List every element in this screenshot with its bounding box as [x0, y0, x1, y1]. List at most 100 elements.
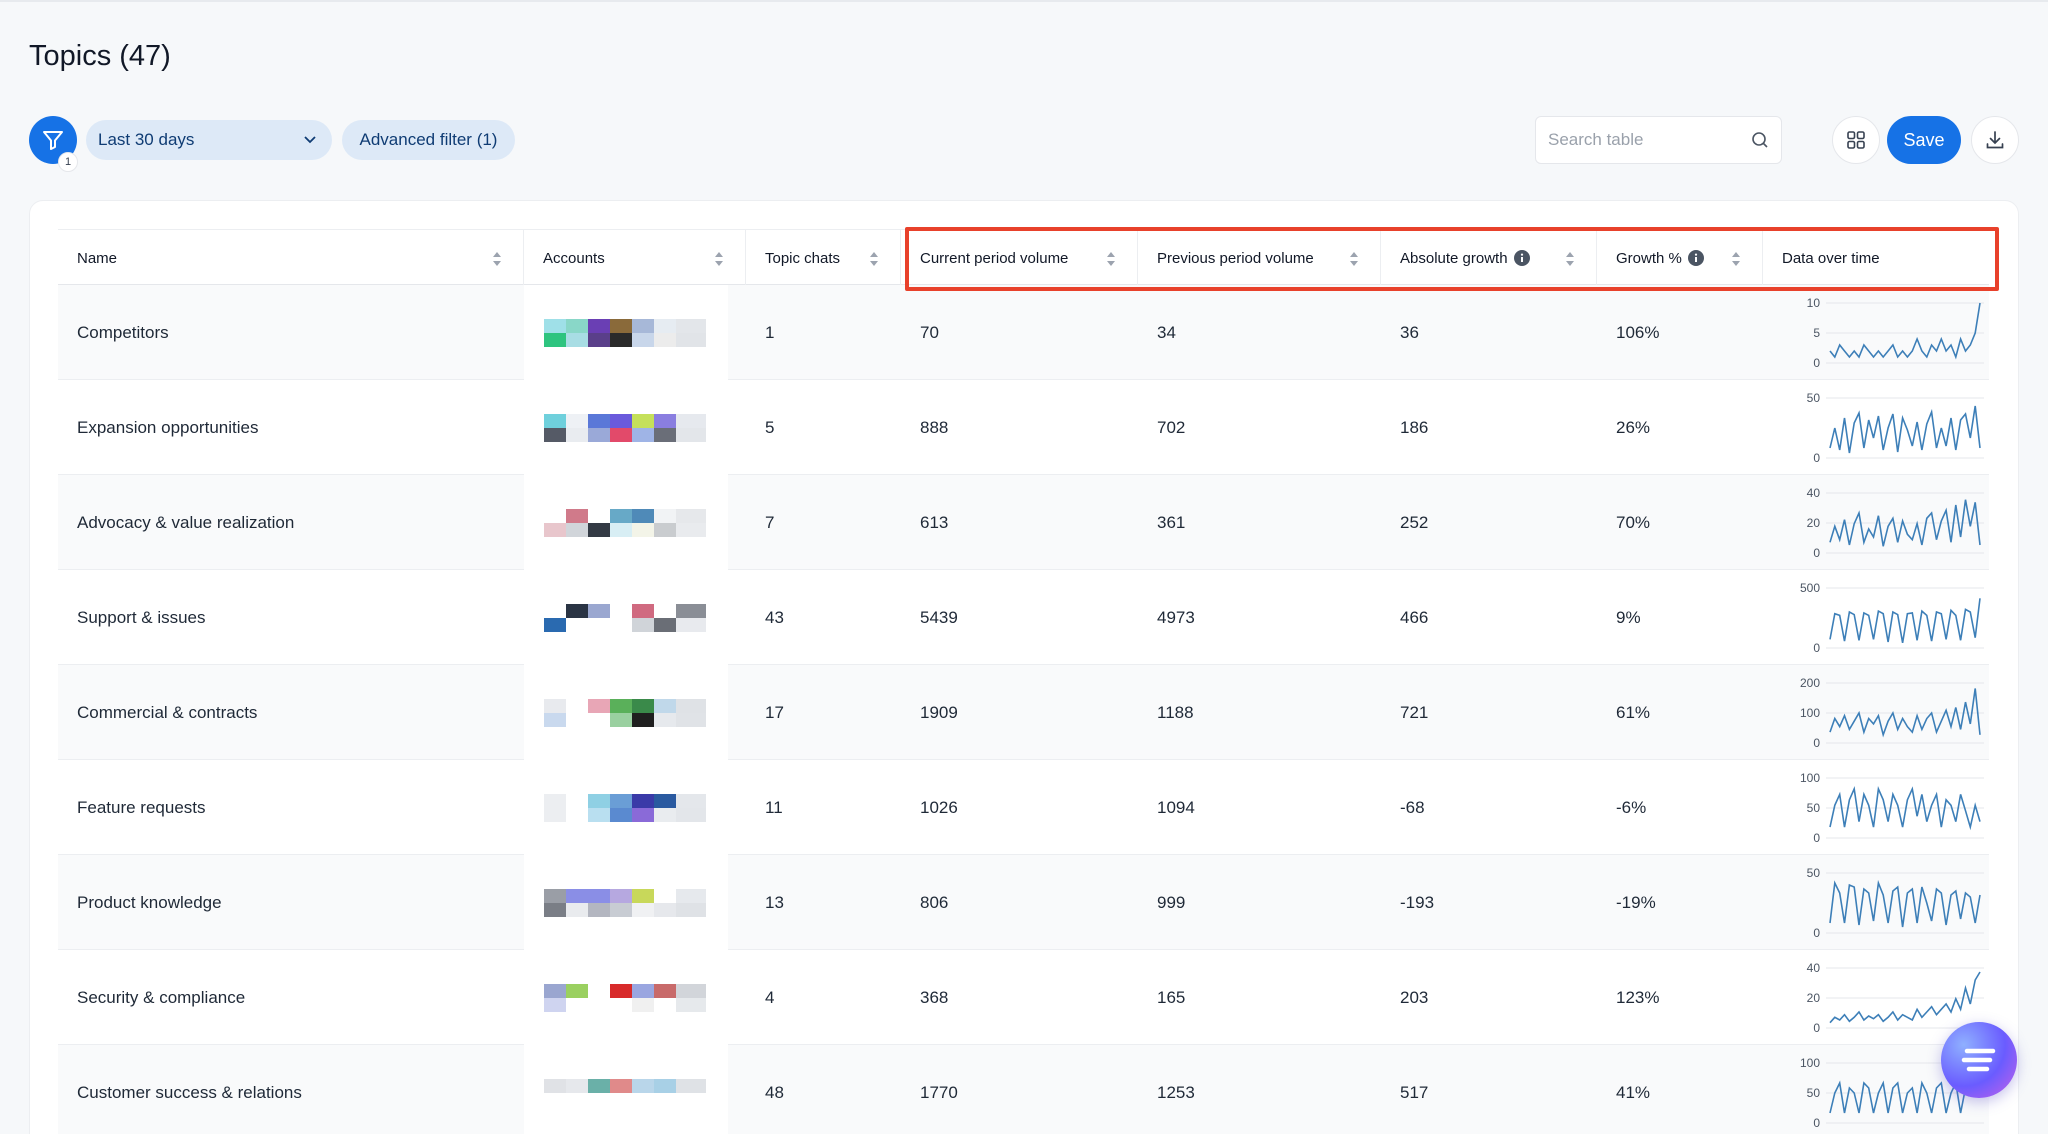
cell-accounts[interactable]	[524, 380, 728, 475]
account-logo	[632, 808, 654, 822]
sparkline-chart: 10 5 0	[1807, 297, 1984, 369]
search-input[interactable]	[1548, 130, 1748, 150]
account-logo	[632, 794, 654, 808]
header-accounts[interactable]: Accounts	[524, 230, 746, 286]
sort-icon[interactable]	[1105, 251, 1117, 267]
cell-previous-volume: 165	[1157, 987, 1186, 1007]
account-logo	[632, 333, 654, 347]
sparkline-tick-label: 50	[1807, 801, 1821, 815]
header-absolute-growth[interactable]: Absolute growth	[1381, 230, 1597, 286]
account-logo	[566, 319, 588, 333]
sparkline-tick-label: 0	[1813, 451, 1820, 464]
info-icon[interactable]	[1687, 250, 1704, 266]
cell-previous-volume: 4973	[1157, 607, 1195, 627]
header-growth-percent[interactable]: Growth %	[1597, 230, 1763, 286]
cell-accounts[interactable]	[524, 285, 728, 380]
account-logo	[588, 509, 610, 523]
account-logo	[566, 984, 588, 998]
sparkline-series	[1829, 302, 1981, 360]
account-logo	[654, 713, 676, 727]
table-row[interactable]: Advocacy & value realization 7 613 361 252 70…	[58, 475, 1989, 570]
account-logos	[544, 889, 708, 917]
date-range-select[interactable]: Last 30 days	[86, 120, 332, 160]
account-logo	[676, 523, 706, 537]
account-logo	[588, 889, 610, 903]
table-row[interactable]: Expansion opportunities 5 888 702 186 26% 50 0	[58, 380, 1989, 475]
chat-assistant-button[interactable]	[1941, 1022, 2017, 1098]
account-logo	[654, 523, 676, 537]
cell-accounts[interactable]	[524, 950, 728, 1045]
table-row[interactable]: Feature requests 11 1026 1094 -68 -6% 100 50 0	[58, 760, 1989, 855]
cell-accounts[interactable]	[524, 1045, 728, 1134]
table-row[interactable]: Support & issues 43 5439 4973 466 9% 500 0	[58, 570, 1989, 665]
account-logo	[632, 984, 654, 998]
header-name[interactable]: Name	[58, 230, 524, 286]
account-logo	[588, 998, 610, 1012]
account-logo	[566, 699, 588, 713]
grid-icon	[1847, 131, 1865, 149]
cell-accounts[interactable]	[524, 665, 728, 760]
table-row[interactable]: Security & compliance 4 368 165 203 123% 40 20 0	[58, 950, 1989, 1045]
download-button[interactable]	[1971, 116, 2019, 164]
info-icon[interactable]	[1513, 250, 1530, 266]
cell-accounts[interactable]	[524, 855, 728, 950]
sort-icon[interactable]	[1730, 251, 1742, 267]
page-title: Topics (47)	[29, 40, 171, 72]
account-logos	[544, 1079, 708, 1107]
account-logo	[588, 984, 610, 998]
sort-icon[interactable]	[713, 251, 725, 267]
account-logo	[544, 428, 566, 442]
account-logo	[610, 699, 632, 713]
account-logo	[566, 808, 588, 822]
cell-absolute-growth: 36	[1400, 322, 1419, 342]
cell-previous-volume: 1094	[1157, 797, 1195, 817]
cell-accounts[interactable]	[524, 570, 728, 665]
account-logo	[588, 604, 610, 618]
sparkline-chart: 40 20 0	[1807, 487, 1984, 559]
sparkline-tick-label: 50	[1807, 867, 1821, 880]
save-button[interactable]: Save	[1887, 116, 1961, 164]
account-logo	[676, 903, 706, 917]
header-previous-period-volume[interactable]: Previous period volume	[1138, 230, 1381, 286]
cell-accounts[interactable]	[524, 760, 728, 855]
sparkline-tick-label: 0	[1813, 736, 1820, 749]
account-logo	[544, 998, 566, 1012]
sparkline-tick-label: 0	[1813, 356, 1820, 369]
account-logo	[566, 794, 588, 808]
account-logo	[676, 604, 706, 618]
cell-previous-volume: 1188	[1157, 702, 1194, 722]
column-layout-button[interactable]	[1832, 116, 1880, 164]
account-logo	[588, 903, 610, 917]
cell-topic-chats: 17	[765, 702, 784, 722]
account-logo	[544, 889, 566, 903]
account-logo	[566, 414, 588, 428]
header-data-over-time: Data over time	[1782, 249, 1880, 267]
account-logo	[676, 1079, 706, 1093]
table-row[interactable]: Commercial & contracts 17 1909 1188 721 61% 20…	[58, 665, 1989, 760]
cell-current-volume: 806	[920, 892, 949, 912]
table-row[interactable]: Product knowledge 13 806 999 -193 -19% 50 0	[58, 855, 1989, 950]
account-logos	[544, 414, 708, 442]
table-row[interactable]: Customer success & relations 48 1770 1253 51…	[58, 1045, 1989, 1134]
account-logo	[610, 604, 632, 618]
cell-current-volume: 5439	[920, 607, 958, 627]
search-table-field[interactable]	[1535, 116, 1782, 164]
sparkline-tick-label: 20	[1807, 991, 1821, 1005]
sort-icon[interactable]	[1564, 251, 1576, 267]
filter-count-badge: 1	[58, 152, 78, 172]
account-logo	[632, 428, 654, 442]
account-logo	[632, 713, 654, 727]
header-topic-chats[interactable]: Topic chats	[746, 230, 901, 286]
advanced-filter-button[interactable]: Advanced filter (1)	[342, 120, 515, 160]
sort-icon[interactable]	[491, 251, 503, 267]
cell-growth-percent: -6%	[1616, 797, 1647, 817]
cell-absolute-growth: 721	[1400, 702, 1429, 722]
account-logo	[676, 808, 706, 822]
table-row[interactable]: Competitors 1 70 34 36 106% 10 5 0	[58, 285, 1989, 380]
account-logo	[610, 319, 632, 333]
header-current-period-volume[interactable]: Current period volume	[901, 230, 1138, 286]
sort-icon[interactable]	[1348, 251, 1360, 267]
cell-accounts[interactable]	[524, 475, 728, 570]
account-logo	[610, 333, 632, 347]
sort-icon[interactable]	[868, 251, 880, 267]
